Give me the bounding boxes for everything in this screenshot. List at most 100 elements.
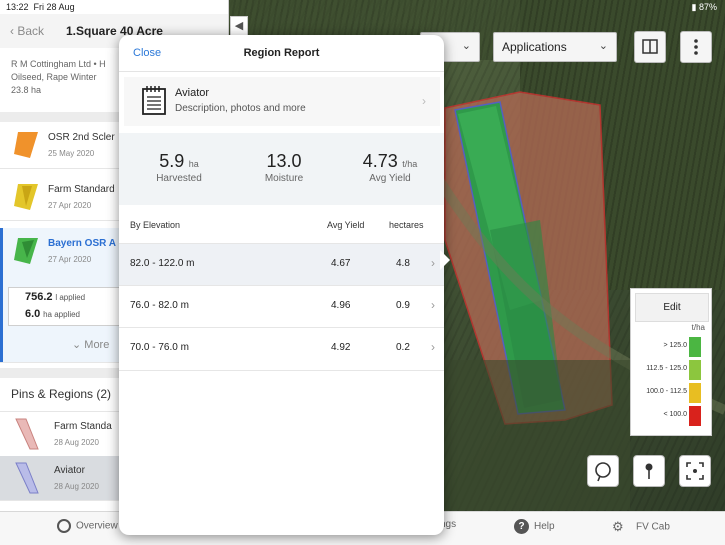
overview-icon <box>57 519 71 533</box>
application-shape-icon <box>14 184 38 210</box>
application-date: 27 Apr 2020 <box>48 255 92 264</box>
pin-icon <box>645 463 653 479</box>
table-row[interactable]: 70.0 - 76.0 m 4.92 0.2 › <box>119 327 444 371</box>
legend-swatch <box>689 383 701 403</box>
tab-fv-cab-label: FV Cab <box>636 521 670 533</box>
chevron-down-icon: ⌄ <box>598 40 608 52</box>
tractor-icon: ⚙ <box>612 519 624 534</box>
stat-label: Avg Yield <box>369 173 411 184</box>
table-row[interactable]: 76.0 - 82.0 m 4.96 0.9 › <box>119 285 444 328</box>
chevron-right-icon: › <box>431 298 435 312</box>
more-label: More <box>84 339 110 351</box>
application-date: 25 May 2020 <box>48 149 95 158</box>
region-shape-icon <box>15 418 39 450</box>
application-name: OSR 2nd Scler <box>48 132 115 143</box>
legend-row: > 125.0 <box>631 337 711 357</box>
more-button[interactable]: ⌄ More <box>72 338 109 351</box>
stat-moisture: 13.0 Moisture <box>234 151 334 184</box>
region-description: Description, photos and more <box>175 103 306 114</box>
status-time: 13:22 <box>6 2 29 12</box>
legend-label: < 100.0 <box>663 411 687 418</box>
row-hectares: 0.2 <box>396 342 410 353</box>
application-shape-icon <box>14 132 38 158</box>
elevation-range: 76.0 - 82.0 m <box>130 300 189 311</box>
popover-title: Region Report <box>243 47 320 59</box>
collapse-sidebar-button[interactable]: ◀ <box>230 16 248 36</box>
stat-label: Harvested <box>156 173 202 184</box>
legend-edit-button[interactable]: Edit <box>635 293 709 322</box>
chevron-right-icon: › <box>431 340 435 354</box>
back-label: Back <box>17 24 45 38</box>
tab-fv-cab[interactable]: ⚙ FV Cab <box>612 519 670 535</box>
field-area: 23.8 ha <box>11 85 42 95</box>
region-name: Aviator <box>54 465 85 476</box>
region-details-row[interactable]: Aviator Description, photos and more › <box>124 77 440 126</box>
tab-overview[interactable]: Overview <box>57 519 118 533</box>
row-avg-yield: 4.96 <box>331 300 351 311</box>
stats-panel: 5.9 ha Harvested 13.0 Moisture 4.73 t/ha… <box>119 133 444 205</box>
divider <box>119 71 444 72</box>
applications-select[interactable]: Applications ⌄ <box>493 32 617 62</box>
chevron-right-icon: › <box>422 94 426 108</box>
legend-swatch <box>689 337 701 357</box>
popover-arrow <box>440 250 450 270</box>
stat-label: Moisture <box>264 173 304 184</box>
legend-label: 112.5 - 125.0 <box>646 365 687 372</box>
legend-label: 100.0 - 112.5 <box>646 388 687 395</box>
region-name: Aviator <box>175 87 210 99</box>
applied-area-unit: ha applied <box>43 310 80 319</box>
region-report-popover: Close Region Report Aviator Description,… <box>119 35 444 535</box>
lasso-icon <box>595 462 611 482</box>
region-date: 28 Aug 2020 <box>54 438 99 447</box>
drop-pin-button[interactable] <box>633 455 665 487</box>
region-shape-icon <box>15 462 39 494</box>
battery-icon: ▮ <box>691 2 697 12</box>
elevation-range: 70.0 - 76.0 m <box>130 342 189 353</box>
application-name: Farm Standard <box>48 184 115 195</box>
tab-overview-label: Overview <box>76 520 118 532</box>
row-hectares: 4.8 <box>396 258 410 269</box>
yield-legend: Edit t/ha > 125.0 112.5 - 125.0 100.0 - … <box>630 288 712 436</box>
draw-region-button[interactable] <box>587 455 619 487</box>
legend-row: 100.0 - 112.5 <box>631 383 711 403</box>
selection-indicator <box>0 228 3 362</box>
split-view-button[interactable] <box>634 31 666 63</box>
status-date: Fri 28 Aug <box>33 2 75 12</box>
application-shape-icon <box>14 238 38 264</box>
more-options-button[interactable] <box>680 31 712 63</box>
legend-unit: t/ha <box>691 323 705 332</box>
stat-harvested: 5.9 ha Harvested <box>129 151 229 184</box>
pins-regions-title: Pins & Regions (2) <box>11 387 112 401</box>
tab-help[interactable]: ? Help <box>514 519 555 534</box>
chevron-left-icon: ◀ <box>234 20 244 32</box>
stat-value: 4.73 <box>362 151 398 171</box>
application-name: Bayern OSR A <box>48 238 116 249</box>
column-hectares: hectares <box>389 220 424 230</box>
table-header: By Elevation Avg Yield hectares <box>119 205 444 243</box>
stat-unit: t/ha <box>402 159 418 169</box>
elevation-range: 82.0 - 122.0 m <box>130 258 195 269</box>
help-icon: ? <box>514 519 529 534</box>
stat-value: 5.9 <box>159 151 185 171</box>
applied-volume-unit: l applied <box>55 293 86 302</box>
table-row[interactable]: 82.0 - 122.0 m 4.67 4.8 › <box>119 243 444 286</box>
region-name: Farm Standa <box>54 421 112 432</box>
legend-label: > 125.0 <box>663 342 687 349</box>
row-avg-yield: 4.67 <box>331 258 351 269</box>
stat-unit: ha <box>188 159 199 169</box>
column-elevation: By Elevation <box>130 220 181 230</box>
applied-area: 6.0 <box>25 308 41 320</box>
status-bar: 13:22 Fri 28 Aug ▮ 87% <box>0 0 725 14</box>
applied-volume: 756.2 <box>25 291 53 303</box>
tab-help-label: Help <box>534 521 555 533</box>
chevron-down-icon: ⌄ <box>461 40 471 52</box>
split-view-icon <box>642 39 658 54</box>
stat-avg-yield: 4.73 t/ha Avg Yield <box>340 151 440 184</box>
field-crop: Oilseed, Rape Winter <box>11 72 97 82</box>
column-avg-yield: Avg Yield <box>327 220 365 230</box>
back-button[interactable]: ‹ Back <box>10 24 44 38</box>
applications-select-value: Applications <box>502 40 567 54</box>
legend-row: < 100.0 <box>631 406 711 426</box>
field-owner: R M Cottingham Ltd • H <box>11 59 106 69</box>
fit-to-field-button[interactable] <box>679 455 711 487</box>
